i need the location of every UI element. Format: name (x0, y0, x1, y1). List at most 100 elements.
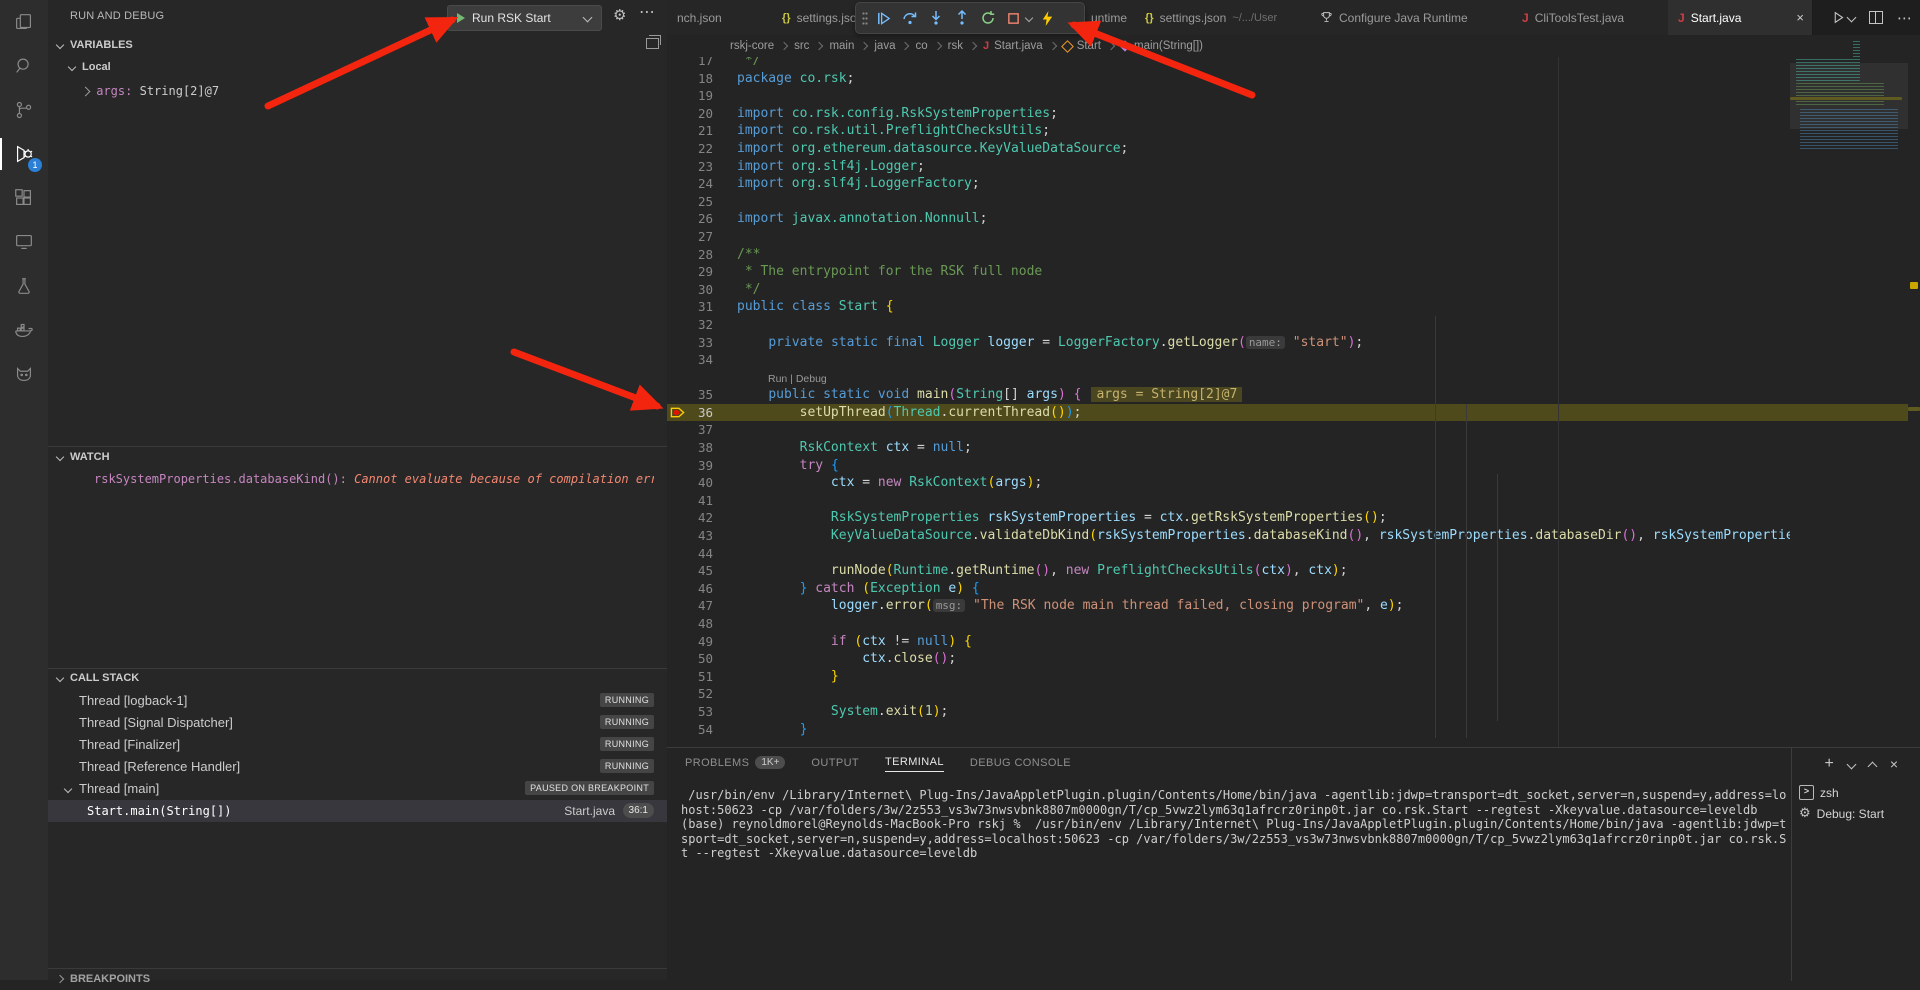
breakpoints-section-header[interactable]: BREAKPOINTS (48, 972, 667, 990)
editor-more-actions-icon[interactable]: ⋯ (1897, 9, 1912, 27)
code-line[interactable]: 40 ctx = new RskContext(args); (667, 474, 1920, 492)
explorer-icon[interactable] (0, 0, 48, 44)
new-terminal-icon[interactable]: + (1824, 758, 1833, 770)
code-line[interactable]: 28/** (667, 246, 1920, 264)
breadcrumb-item[interactable]: co (915, 40, 927, 52)
breadcrumb-item[interactable]: main(String[]) (1134, 40, 1203, 52)
remote-explorer-icon[interactable] (0, 220, 48, 264)
code-editor[interactable]: 17 */18package co.rsk;1920import co.rsk.… (667, 52, 1920, 738)
tab-debug-console[interactable]: DEBUG CONSOLE (970, 757, 1071, 772)
code-line[interactable]: 50 ctx.close(); (667, 650, 1920, 668)
code-line[interactable]: 25 (667, 193, 1920, 211)
overview-ruler[interactable] (1908, 35, 1920, 747)
code-line[interactable]: 41 (667, 492, 1920, 510)
run-and-debug-icon[interactable]: 1 (0, 132, 48, 176)
drag-handle-icon[interactable] (862, 11, 868, 25)
thread-row[interactable]: Thread [logback-1]RUNNING (48, 690, 667, 712)
maximize-panel-icon[interactable] (1867, 761, 1877, 771)
tab-clitoolstest-java[interactable]: JCliToolsTest.java (1512, 0, 1669, 35)
code-line[interactable]: 22import org.ethereum.datasource.KeyValu… (667, 140, 1920, 158)
code-line[interactable]: 33 private static final Logger logger = … (667, 334, 1920, 352)
stop-icon[interactable] (1003, 7, 1024, 29)
docker-icon[interactable] (0, 308, 48, 352)
continue-icon[interactable] (873, 7, 894, 29)
breadcrumb-item[interactable]: rsk (948, 40, 963, 52)
step-into-icon[interactable] (925, 7, 946, 29)
variables-scope-local[interactable]: Local (60, 60, 679, 78)
code-line[interactable]: 23import org.slf4j.Logger; (667, 158, 1920, 176)
tab-problems[interactable]: PROBLEMS 1K+ (685, 756, 785, 772)
code-line[interactable]: 18package co.rsk; (667, 70, 1920, 88)
stop-menu-chevron-icon[interactable] (1025, 14, 1033, 22)
code-line[interactable]: 34 (667, 351, 1920, 369)
testing-icon[interactable] (0, 264, 48, 308)
code-line[interactable]: 27 (667, 228, 1920, 246)
code-line[interactable]: 52 (667, 685, 1920, 703)
code-line[interactable]: Run | Debug (667, 369, 1920, 387)
code-line[interactable]: 47 logger.error(msg: "The RSK node main … (667, 597, 1920, 615)
code-line[interactable]: 42 RskSystemProperties rskSystemProperti… (667, 509, 1920, 527)
tab-nch-json[interactable]: nch.json (667, 0, 773, 35)
close-panel-icon[interactable]: × (1890, 756, 1898, 772)
code-line[interactable]: 44 (667, 545, 1920, 563)
breadcrumb[interactable]: rskj-coresrcmainjavacorskJStart.javaStar… (667, 35, 1853, 57)
code-line[interactable]: 48 (667, 615, 1920, 633)
code-line[interactable]: 26import javax.annotation.Nonnull; (667, 210, 1920, 228)
code-line[interactable]: 29 * The entrypoint for the RSK full nod… (667, 263, 1920, 281)
thread-row[interactable]: Thread [Finalizer]RUNNING (48, 734, 667, 756)
pets-icon[interactable] (0, 352, 48, 396)
watch-section-header[interactable]: WATCH (48, 450, 667, 468)
terminal-instance-zsh[interactable]: > zsh (1799, 782, 1914, 803)
watch-expression-row[interactable]: rskSystemProperties.databaseKind(): Cann… (94, 472, 654, 486)
variables-section-header[interactable]: VARIABLES (48, 38, 667, 56)
thread-row[interactable]: Thread [Signal Dispatcher]RUNNING (48, 712, 667, 734)
step-over-icon[interactable] (899, 7, 920, 29)
code-line[interactable]: 36 setUpThread(Thread.currentThread()); (667, 404, 1908, 422)
tab-terminal[interactable]: TERMINAL (885, 756, 944, 772)
run-java-icon[interactable] (1832, 11, 1855, 24)
thread-row[interactable]: Thread [main]PAUSED ON BREAKPOINT (48, 778, 667, 800)
terminal-instance-debug-start[interactable]: ⚙ Debug: Start (1799, 803, 1914, 824)
hot-code-replace-icon[interactable] (1037, 7, 1058, 29)
variable-args[interactable]: args: String[2]@7 (82, 84, 219, 98)
code-line[interactable]: 38 RskContext ctx = null; (667, 439, 1920, 457)
code-line[interactable]: 46 } catch (Exception e) { (667, 580, 1920, 598)
more-actions-icon[interactable]: ⋯ (639, 2, 655, 21)
tab-settings-json[interactable]: {}settings.json~/.../User (1135, 0, 1311, 35)
tab-start-java[interactable]: JStart.java× (1668, 0, 1813, 35)
stack-frame-row[interactable]: Start.main(String[]) Start.java 36:1 (48, 800, 667, 822)
breadcrumb-item[interactable]: Start (1077, 40, 1101, 52)
split-editor-icon[interactable] (1869, 11, 1883, 24)
source-control-icon[interactable] (0, 88, 48, 132)
terminal-output[interactable]: /usr/bin/env /Library/Internet\ Plug-Ins… (681, 788, 1787, 861)
code-line[interactable]: 43 KeyValueDataSource.validateDbKind(rsk… (667, 527, 1920, 545)
thread-row[interactable]: Thread [Reference Handler]RUNNING (48, 756, 667, 778)
code-line[interactable]: 35 public static void main(String[] args… (667, 386, 1920, 404)
step-out-icon[interactable] (951, 7, 972, 29)
breadcrumb-item[interactable]: src (794, 40, 809, 52)
call-stack-section-header[interactable]: CALL STACK (48, 671, 667, 689)
tab-configure-java-runtime[interactable]: Configure Java Runtime (1310, 0, 1513, 35)
code-line[interactable]: 30 */ (667, 281, 1920, 299)
tab-output[interactable]: OUTPUT (811, 757, 859, 772)
search-icon[interactable] (0, 44, 48, 88)
code-line[interactable]: 51 } (667, 668, 1920, 686)
launch-configuration-dropdown[interactable]: Run RSK Start (447, 5, 602, 31)
breadcrumb-item[interactable]: Start.java (994, 40, 1043, 52)
code-line[interactable]: 32 (667, 316, 1920, 334)
code-line[interactable]: 39 try { (667, 457, 1920, 475)
breadcrumb-item[interactable]: main (829, 40, 854, 52)
code-line[interactable]: 53 System.exit(1); (667, 703, 1920, 721)
code-line[interactable]: 37 (667, 421, 1920, 439)
code-line[interactable]: 31public class Start { (667, 298, 1920, 316)
code-line[interactable]: 45 runNode(Runtime.getRuntime(), new Pre… (667, 562, 1920, 580)
code-line[interactable]: 19 (667, 87, 1920, 105)
extensions-icon[interactable] (0, 176, 48, 220)
breadcrumb-item[interactable]: java (874, 40, 895, 52)
gear-icon[interactable]: ⚙ (613, 6, 626, 24)
chevron-down-icon[interactable] (1846, 759, 1856, 769)
minimap[interactable] (1790, 35, 1908, 747)
restart-icon[interactable] (977, 7, 998, 29)
close-icon[interactable]: × (1796, 10, 1804, 25)
code-line[interactable]: 21import co.rsk.util.PreflightChecksUtil… (667, 122, 1920, 140)
